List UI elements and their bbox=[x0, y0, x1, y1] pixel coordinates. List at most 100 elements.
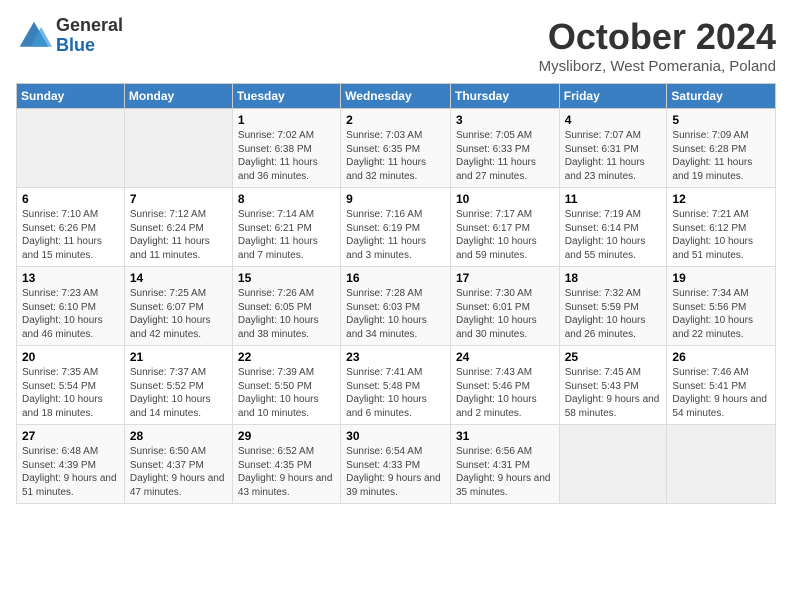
day-info: Sunrise: 7:03 AM Sunset: 6:35 PM Dayligh… bbox=[346, 129, 445, 183]
day-number: 11 bbox=[565, 192, 662, 206]
day-number: 10 bbox=[456, 192, 554, 206]
day-info: Sunrise: 7:19 AM Sunset: 6:14 PM Dayligh… bbox=[565, 208, 662, 262]
calendar-cell: 17Sunrise: 7:30 AM Sunset: 6:01 PM Dayli… bbox=[450, 267, 559, 346]
calendar-cell: 22 Sunrise: 7:39 AM Sunset: 5:50 PM Dayli… bbox=[232, 346, 340, 425]
day-number: 2 bbox=[346, 113, 445, 127]
day-info: Sunrise: 7:39 AM Sunset: 5:50 PM Dayligh… bbox=[238, 366, 335, 420]
calendar-cell: 27Sunrise: 6:48 AM Sunset: 4:39 PM Dayli… bbox=[17, 425, 125, 504]
calendar-cell: 11 Sunrise: 7:19 AM Sunset: 6:14 PM Dayli… bbox=[559, 188, 667, 267]
day-number: 29 bbox=[238, 429, 335, 443]
day-number: 30 bbox=[346, 429, 445, 443]
calendar-cell: 25 Sunrise: 7:45 AM Sunset: 5:43 PM Dayli… bbox=[559, 346, 667, 425]
day-number: 14 bbox=[130, 271, 227, 285]
day-info: Sunrise: 7:09 AM Sunset: 6:28 PM Dayligh… bbox=[672, 129, 770, 183]
page-header: General Blue October 2024 Mysliborz, Wes… bbox=[16, 16, 776, 75]
day-number: 31 bbox=[456, 429, 554, 443]
day-number: 23 bbox=[346, 350, 445, 364]
calendar-cell: 1Sunrise: 7:02 AM Sunset: 6:38 PM Daylig… bbox=[232, 109, 340, 188]
day-number: 7 bbox=[130, 192, 227, 206]
week-row-2: 6 Sunrise: 7:10 AM Sunset: 6:26 PM Daylig… bbox=[17, 188, 776, 267]
day-info: Sunrise: 6:52 AM Sunset: 4:35 PM Dayligh… bbox=[238, 445, 335, 499]
header-day-monday: Monday bbox=[124, 84, 232, 109]
day-number: 8 bbox=[238, 192, 335, 206]
calendar-cell: 31 Sunrise: 6:56 AM Sunset: 4:31 PM Dayli… bbox=[450, 425, 559, 504]
day-number: 4 bbox=[565, 113, 662, 127]
day-info: Sunrise: 7:34 AM Sunset: 5:56 PM Dayligh… bbox=[672, 287, 770, 341]
day-info: Sunrise: 7:28 AM Sunset: 6:03 PM Dayligh… bbox=[346, 287, 445, 341]
calendar-cell: 18 Sunrise: 7:32 AM Sunset: 5:59 PM Dayli… bbox=[559, 267, 667, 346]
day-number: 28 bbox=[130, 429, 227, 443]
day-number: 19 bbox=[672, 271, 770, 285]
calendar-cell: 23 Sunrise: 7:41 AM Sunset: 5:48 PM Dayli… bbox=[341, 346, 451, 425]
location-title: Mysliborz, West Pomerania, Poland bbox=[539, 58, 776, 75]
calendar-cell: 2 Sunrise: 7:03 AM Sunset: 6:35 PM Daylig… bbox=[341, 109, 451, 188]
calendar-cell: 26Sunrise: 7:46 AM Sunset: 5:41 PM Dayli… bbox=[667, 346, 776, 425]
header-day-friday: Friday bbox=[559, 84, 667, 109]
day-info: Sunrise: 7:05 AM Sunset: 6:33 PM Dayligh… bbox=[456, 129, 554, 183]
day-info: Sunrise: 7:07 AM Sunset: 6:31 PM Dayligh… bbox=[565, 129, 662, 183]
day-info: Sunrise: 6:48 AM Sunset: 4:39 PM Dayligh… bbox=[22, 445, 119, 499]
calendar-cell bbox=[17, 109, 125, 188]
calendar-cell: 20 Sunrise: 7:35 AM Sunset: 5:54 PM Dayli… bbox=[17, 346, 125, 425]
calendar-cell: 28 Sunrise: 6:50 AM Sunset: 4:37 PM Dayli… bbox=[124, 425, 232, 504]
day-number: 21 bbox=[130, 350, 227, 364]
calendar-cell: 24Sunrise: 7:43 AM Sunset: 5:46 PM Dayli… bbox=[450, 346, 559, 425]
calendar-cell: 4 Sunrise: 7:07 AM Sunset: 6:31 PM Daylig… bbox=[559, 109, 667, 188]
calendar-cell: 9 Sunrise: 7:16 AM Sunset: 6:19 PM Daylig… bbox=[341, 188, 451, 267]
header-day-sunday: Sunday bbox=[17, 84, 125, 109]
day-info: Sunrise: 7:16 AM Sunset: 6:19 PM Dayligh… bbox=[346, 208, 445, 262]
logo-general-text: General bbox=[56, 16, 123, 36]
logo-icon bbox=[16, 18, 52, 54]
day-info: Sunrise: 7:21 AM Sunset: 6:12 PM Dayligh… bbox=[672, 208, 770, 262]
calendar-cell: 15Sunrise: 7:26 AM Sunset: 6:05 PM Dayli… bbox=[232, 267, 340, 346]
day-number: 1 bbox=[238, 113, 335, 127]
week-row-4: 20 Sunrise: 7:35 AM Sunset: 5:54 PM Dayli… bbox=[17, 346, 776, 425]
day-number: 24 bbox=[456, 350, 554, 364]
day-info: Sunrise: 7:10 AM Sunset: 6:26 PM Dayligh… bbox=[22, 208, 119, 262]
day-info: Sunrise: 7:12 AM Sunset: 6:24 PM Dayligh… bbox=[130, 208, 227, 262]
day-number: 17 bbox=[456, 271, 554, 285]
day-number: 9 bbox=[346, 192, 445, 206]
day-number: 20 bbox=[22, 350, 119, 364]
calendar-cell: 16 Sunrise: 7:28 AM Sunset: 6:03 PM Dayli… bbox=[341, 267, 451, 346]
calendar-cell bbox=[667, 425, 776, 504]
day-info: Sunrise: 6:50 AM Sunset: 4:37 PM Dayligh… bbox=[130, 445, 227, 499]
calendar-cell: 5 Sunrise: 7:09 AM Sunset: 6:28 PM Daylig… bbox=[667, 109, 776, 188]
calendar-cell bbox=[559, 425, 667, 504]
calendar-cell: 12Sunrise: 7:21 AM Sunset: 6:12 PM Dayli… bbox=[667, 188, 776, 267]
day-info: Sunrise: 6:56 AM Sunset: 4:31 PM Dayligh… bbox=[456, 445, 554, 499]
day-number: 13 bbox=[22, 271, 119, 285]
day-number: 25 bbox=[565, 350, 662, 364]
day-number: 3 bbox=[456, 113, 554, 127]
day-info: Sunrise: 7:32 AM Sunset: 5:59 PM Dayligh… bbox=[565, 287, 662, 341]
day-number: 6 bbox=[22, 192, 119, 206]
week-row-3: 13Sunrise: 7:23 AM Sunset: 6:10 PM Dayli… bbox=[17, 267, 776, 346]
day-info: Sunrise: 7:37 AM Sunset: 5:52 PM Dayligh… bbox=[130, 366, 227, 420]
logo: General Blue bbox=[16, 16, 123, 56]
calendar-cell: 29 Sunrise: 6:52 AM Sunset: 4:35 PM Dayli… bbox=[232, 425, 340, 504]
day-info: Sunrise: 7:45 AM Sunset: 5:43 PM Dayligh… bbox=[565, 366, 662, 420]
day-info: Sunrise: 7:25 AM Sunset: 6:07 PM Dayligh… bbox=[130, 287, 227, 341]
header-day-wednesday: Wednesday bbox=[341, 84, 451, 109]
calendar-cell: 10 Sunrise: 7:17 AM Sunset: 6:17 PM Dayli… bbox=[450, 188, 559, 267]
day-info: Sunrise: 7:17 AM Sunset: 6:17 PM Dayligh… bbox=[456, 208, 554, 262]
day-info: Sunrise: 7:46 AM Sunset: 5:41 PM Dayligh… bbox=[672, 366, 770, 420]
header-day-tuesday: Tuesday bbox=[232, 84, 340, 109]
calendar-table: SundayMondayTuesdayWednesdayThursdayFrid… bbox=[16, 83, 776, 504]
calendar-cell: 7 Sunrise: 7:12 AM Sunset: 6:24 PM Daylig… bbox=[124, 188, 232, 267]
day-number: 18 bbox=[565, 271, 662, 285]
day-number: 22 bbox=[238, 350, 335, 364]
calendar-cell: 13Sunrise: 7:23 AM Sunset: 6:10 PM Dayli… bbox=[17, 267, 125, 346]
day-info: Sunrise: 7:14 AM Sunset: 6:21 PM Dayligh… bbox=[238, 208, 335, 262]
day-number: 5 bbox=[672, 113, 770, 127]
calendar-cell: 14 Sunrise: 7:25 AM Sunset: 6:07 PM Dayli… bbox=[124, 267, 232, 346]
calendar-body: 1Sunrise: 7:02 AM Sunset: 6:38 PM Daylig… bbox=[17, 109, 776, 504]
calendar-cell: 19 Sunrise: 7:34 AM Sunset: 5:56 PM Dayli… bbox=[667, 267, 776, 346]
day-number: 16 bbox=[346, 271, 445, 285]
week-row-1: 1Sunrise: 7:02 AM Sunset: 6:38 PM Daylig… bbox=[17, 109, 776, 188]
header-day-thursday: Thursday bbox=[450, 84, 559, 109]
week-row-5: 27Sunrise: 6:48 AM Sunset: 4:39 PM Dayli… bbox=[17, 425, 776, 504]
day-info: Sunrise: 7:41 AM Sunset: 5:48 PM Dayligh… bbox=[346, 366, 445, 420]
day-info: Sunrise: 7:35 AM Sunset: 5:54 PM Dayligh… bbox=[22, 366, 119, 420]
day-info: Sunrise: 7:26 AM Sunset: 6:05 PM Dayligh… bbox=[238, 287, 335, 341]
